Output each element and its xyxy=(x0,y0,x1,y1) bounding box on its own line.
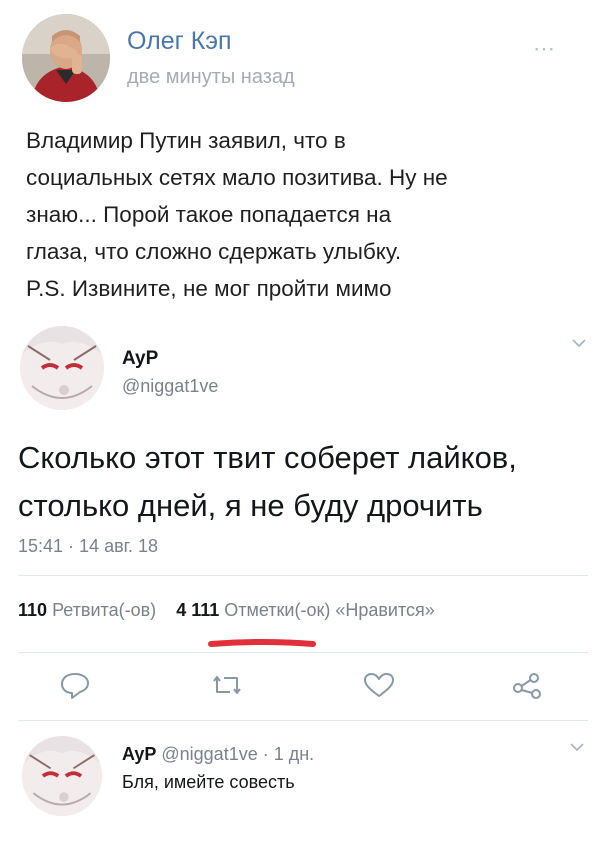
retweets-count[interactable]: 110 xyxy=(18,600,47,620)
reply-meta[interactable]: @niggat1ve · 1 дн. xyxy=(161,744,314,764)
chevron-down-icon[interactable] xyxy=(572,338,586,348)
author-avatar[interactable] xyxy=(22,14,110,102)
retweet-icon[interactable] xyxy=(210,670,244,700)
red-underline-marker xyxy=(208,639,316,647)
post-timestamp[interactable]: две минуты назад xyxy=(127,66,295,89)
tweet-text: Сколько этот твит соберет лайков, стольк… xyxy=(18,440,517,523)
likes-count[interactable]: 4 111 xyxy=(176,600,219,620)
tweet-author-handle[interactable]: @niggat1ve xyxy=(122,376,218,397)
reply-icon[interactable] xyxy=(58,670,92,700)
share-icon[interactable] xyxy=(510,670,544,700)
anime-avatar-image xyxy=(22,736,102,816)
author-name-link[interactable]: Олег Кэп xyxy=(127,27,232,56)
post-text: Владимир Путин заявил, что в социальных … xyxy=(26,128,448,301)
chevron-down-icon[interactable] xyxy=(570,742,584,752)
reply-author-avatar[interactable] xyxy=(22,736,102,816)
like-heart-icon[interactable] xyxy=(362,670,396,700)
anime-avatar-image xyxy=(20,326,104,410)
tweet-author-name[interactable]: AyP xyxy=(122,348,158,370)
divider xyxy=(18,720,588,721)
divider xyxy=(18,652,588,653)
likes-label[interactable]: Отметки(-ок) «Нравится» xyxy=(224,600,435,620)
reply-header: AyP @niggat1ve · 1 дн. xyxy=(122,744,314,765)
facepalm-photo xyxy=(22,14,110,102)
retweets-label[interactable]: Ретвита(-ов) xyxy=(52,600,156,620)
tweet-stats: 110 Ретвита(-ов) 4 111 Отметки(-ок) «Нра… xyxy=(18,600,435,621)
divider xyxy=(18,575,588,576)
reply-author-name[interactable]: AyP xyxy=(122,744,156,764)
reply-text: Бля, имейте совесть xyxy=(122,772,295,792)
tweet-date[interactable]: 15:41 · 14 авг. 18 xyxy=(18,536,158,557)
more-options-icon[interactable]: ⋯ xyxy=(533,36,556,62)
tweet-author-avatar[interactable] xyxy=(20,326,104,410)
